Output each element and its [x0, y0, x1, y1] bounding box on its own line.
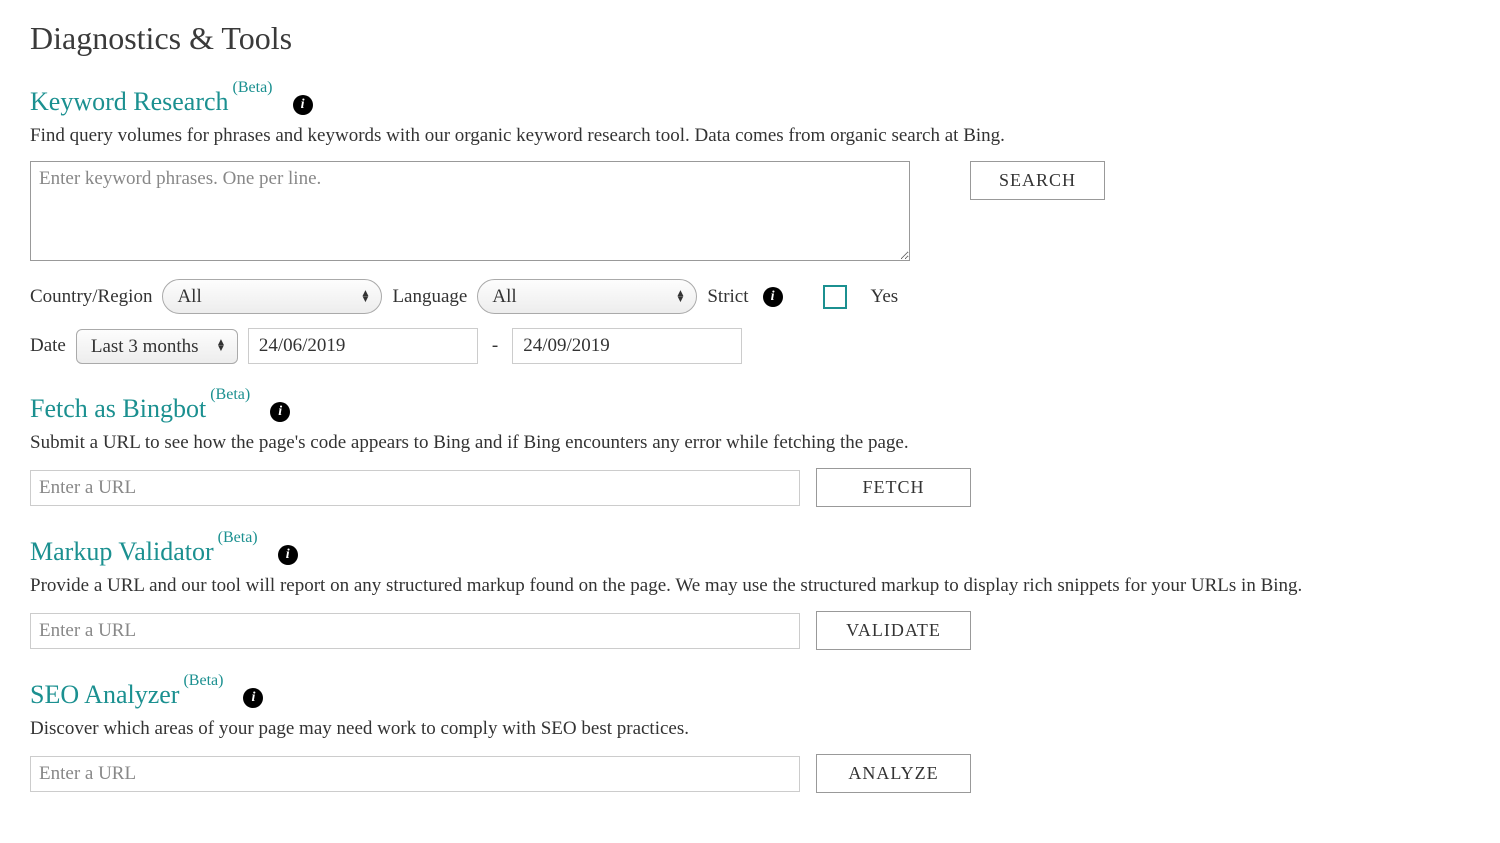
markup-validator-description: Provide a URL and our tool will report o… — [30, 575, 1470, 597]
fetch-button[interactable]: FETCH — [816, 468, 971, 507]
analyze-button[interactable]: ANALYZE — [816, 754, 971, 793]
date-label: Date — [30, 335, 66, 357]
fetch-bingbot-section: Fetch as Bingbot (Beta) i Submit a URL t… — [30, 394, 1470, 507]
seo-analyzer-description: Discover which areas of your page may ne… — [30, 718, 1470, 740]
info-icon[interactable]: i — [278, 545, 298, 565]
country-label: Country/Region — [30, 286, 152, 308]
fetch-url-input[interactable] — [30, 470, 800, 506]
fetch-bingbot-title[interactable]: Fetch as Bingbot — [30, 394, 206, 424]
strict-label: Strict — [707, 286, 748, 308]
keyword-research-section: Keyword Research (Beta) i Find query vol… — [30, 87, 1470, 364]
beta-tag: (Beta) — [233, 79, 273, 97]
date-to-input[interactable] — [512, 328, 742, 364]
beta-tag: (Beta) — [218, 529, 258, 547]
page-title: Diagnostics & Tools — [30, 20, 1470, 57]
info-icon[interactable]: i — [243, 688, 263, 708]
keyword-research-description: Find query volumes for phrases and keywo… — [30, 125, 1470, 147]
beta-tag: (Beta) — [210, 386, 250, 404]
markup-validator-header: Markup Validator (Beta) i — [30, 537, 1470, 567]
seo-analyzer-section: SEO Analyzer (Beta) i Discover which are… — [30, 680, 1470, 793]
markup-validator-section: Markup Validator (Beta) i Provide a URL … — [30, 537, 1470, 650]
keyword-research-title[interactable]: Keyword Research — [30, 87, 229, 117]
seo-analyzer-title[interactable]: SEO Analyzer — [30, 680, 179, 710]
fetch-bingbot-header: Fetch as Bingbot (Beta) i — [30, 394, 1470, 424]
date-dash: - — [492, 335, 498, 357]
info-icon[interactable]: i — [270, 402, 290, 422]
markup-validator-title[interactable]: Markup Validator — [30, 537, 214, 567]
language-label: Language — [392, 286, 467, 308]
country-select[interactable]: All — [162, 279, 382, 314]
info-icon[interactable]: i — [763, 287, 783, 307]
yes-label: Yes — [871, 286, 899, 308]
strict-checkbox[interactable] — [823, 285, 847, 309]
search-button[interactable]: SEARCH — [970, 161, 1105, 200]
seo-analyzer-header: SEO Analyzer (Beta) i — [30, 680, 1470, 710]
date-range-select[interactable]: Last 3 months — [76, 329, 238, 364]
date-from-input[interactable] — [248, 328, 478, 364]
info-icon[interactable]: i — [293, 95, 313, 115]
keyword-research-header: Keyword Research (Beta) i — [30, 87, 1470, 117]
validate-button[interactable]: VALIDATE — [816, 611, 971, 650]
language-select[interactable]: All — [477, 279, 697, 314]
keyword-textarea[interactable] — [30, 161, 910, 261]
beta-tag: (Beta) — [183, 672, 223, 690]
fetch-bingbot-description: Submit a URL to see how the page's code … — [30, 432, 1470, 454]
validate-url-input[interactable] — [30, 613, 800, 649]
analyze-url-input[interactable] — [30, 756, 800, 792]
